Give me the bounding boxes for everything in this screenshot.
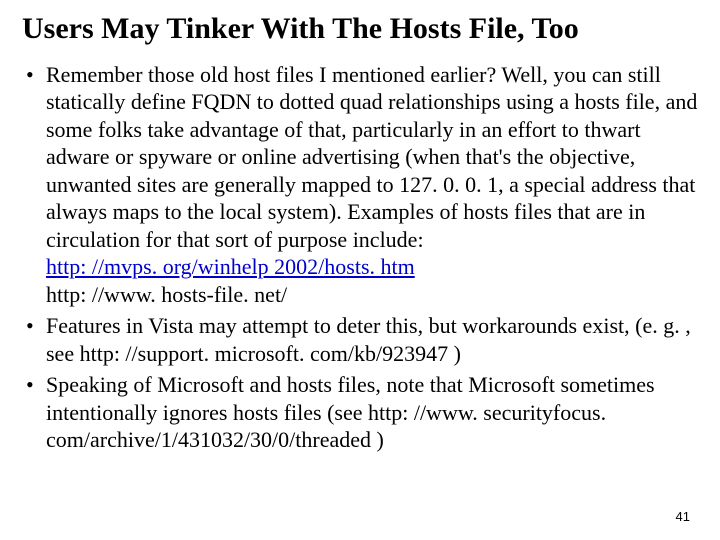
bullet-item: Remember those old host files I mentione… <box>46 61 698 309</box>
bullet-item: Features in Vista may attempt to deter t… <box>46 312 698 367</box>
bullet-text: Remember those old host files I mentione… <box>46 62 697 252</box>
slide: Users May Tinker With The Hosts File, To… <box>0 0 720 454</box>
bullet-list: Remember those old host files I mentione… <box>22 61 698 454</box>
bullet-text: Speaking of Microsoft and hosts files, n… <box>46 372 655 452</box>
slide-title: Users May Tinker With The Hosts File, To… <box>22 12 698 47</box>
page-number: 41 <box>676 509 690 524</box>
link-hostsfile: http: //www. hosts-file. net/ <box>46 281 698 309</box>
link-mvps[interactable]: http: //mvps. org/winhelp 2002/hosts. ht… <box>46 253 698 281</box>
bullet-text: Features in Vista may attempt to deter t… <box>46 313 691 366</box>
bullet-item: Speaking of Microsoft and hosts files, n… <box>46 371 698 454</box>
